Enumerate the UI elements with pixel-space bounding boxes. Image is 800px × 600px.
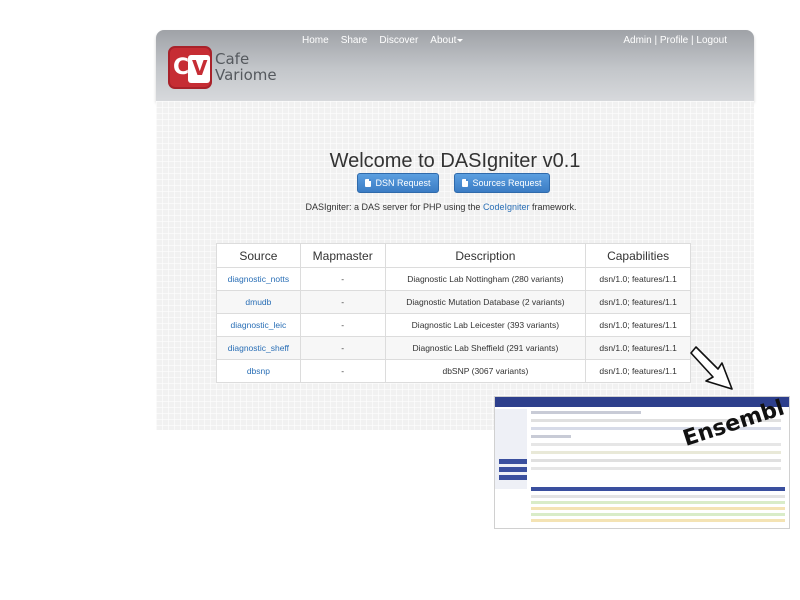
source-link[interactable]: dmudb bbox=[216, 290, 301, 314]
logo-line2: Variome bbox=[215, 66, 277, 84]
main-nav: Home Share Discover About bbox=[302, 35, 475, 49]
ensembl-side-button bbox=[499, 475, 527, 480]
nav-about-dropdown[interactable]: About bbox=[430, 35, 464, 49]
ensembl-text-line bbox=[531, 467, 781, 470]
description-cell: Diagnostic Mutation Database (2 variants… bbox=[384, 290, 587, 314]
description-cell: Diagnostic Lab Nottingham (280 variants) bbox=[384, 267, 587, 291]
ensembl-text-line bbox=[531, 501, 785, 504]
sources-request-label: Sources Request bbox=[472, 178, 542, 188]
ensembl-text-line bbox=[531, 495, 785, 498]
capabilities-cell: dsn/1.0; features/1.1 bbox=[585, 290, 691, 314]
profile-link[interactable]: Profile bbox=[660, 35, 688, 46]
mapmaster-cell: - bbox=[299, 359, 386, 383]
dsn-request-label: DSN Request bbox=[375, 178, 431, 188]
ensembl-side-button bbox=[499, 467, 527, 472]
header-capabilities: Capabilities bbox=[585, 243, 691, 268]
ensembl-text-line bbox=[531, 435, 571, 438]
source-link[interactable]: diagnostic_notts bbox=[216, 267, 301, 291]
mapmaster-cell: - bbox=[299, 267, 386, 291]
source-link[interactable]: dbsnp bbox=[216, 359, 301, 383]
ensembl-text-line bbox=[531, 507, 785, 510]
caret-down-icon bbox=[457, 38, 464, 42]
nav-home[interactable]: Home bbox=[302, 35, 329, 49]
ensembl-side-button bbox=[499, 459, 527, 464]
capabilities-cell: dsn/1.0; features/1.1 bbox=[585, 313, 691, 337]
page-title: Welcome to DASIgniter v0.1 bbox=[329, 150, 581, 172]
ensembl-text-line bbox=[531, 411, 641, 414]
dsn-request-button[interactable]: DSN Request bbox=[357, 173, 439, 193]
admin-link[interactable]: Admin bbox=[623, 35, 651, 46]
cafe-variome-logo[interactable]: C V Cafe Variome bbox=[168, 46, 280, 90]
capabilities-cell: dsn/1.0; features/1.1 bbox=[585, 336, 691, 360]
logo-letter-c: C bbox=[173, 55, 190, 80]
logo-line1: Cafe bbox=[215, 50, 250, 68]
nav-share[interactable]: Share bbox=[341, 35, 368, 49]
header-mapmaster: Mapmaster bbox=[299, 243, 386, 268]
ensembl-text-line bbox=[531, 451, 781, 454]
description-cell: Diagnostic Lab Sheffield (291 variants) bbox=[384, 336, 587, 360]
mapmaster-cell: - bbox=[299, 313, 386, 337]
sources-request-button[interactable]: Sources Request bbox=[454, 173, 550, 193]
table-row: diagnostic_leic - Diagnostic Lab Leicest… bbox=[216, 313, 691, 337]
table-row: diagnostic_notts - Diagnostic Lab Nottin… bbox=[216, 267, 691, 291]
ensembl-text-line bbox=[531, 513, 785, 516]
sources-table: Source Mapmaster Description Capabilitie… bbox=[216, 243, 691, 383]
source-link[interactable]: diagnostic_sheff bbox=[216, 336, 301, 360]
source-link[interactable]: diagnostic_leic bbox=[216, 313, 301, 337]
header-description: Description bbox=[384, 243, 587, 268]
arrow-down-right-icon bbox=[690, 346, 733, 390]
logo-letter-v: V bbox=[192, 56, 208, 80]
capabilities-cell: dsn/1.0; features/1.1 bbox=[585, 267, 691, 291]
ensembl-section-bar bbox=[531, 487, 785, 491]
table-row: diagnostic_sheff - Diagnostic Lab Sheffi… bbox=[216, 336, 691, 360]
file-icon bbox=[365, 179, 372, 187]
file-icon bbox=[462, 179, 469, 187]
user-links: Admin | Profile | Logout bbox=[623, 35, 727, 46]
ensembl-text-line bbox=[531, 443, 781, 446]
description-cell: Diagnostic Lab Leicester (393 variants) bbox=[384, 313, 587, 337]
capabilities-cell: dsn/1.0; features/1.1 bbox=[585, 359, 691, 383]
logo-wordmark: Cafe Variome bbox=[215, 51, 285, 83]
header-source: Source bbox=[216, 243, 301, 268]
mapmaster-cell: - bbox=[299, 336, 386, 360]
ensembl-text-line bbox=[531, 459, 781, 462]
logo-mark: C V bbox=[168, 46, 212, 89]
top-navbar: C V Cafe Variome Home Share Discover Abo… bbox=[156, 30, 754, 101]
logout-link[interactable]: Logout bbox=[696, 35, 727, 46]
codeigniter-link[interactable]: CodeIgniter bbox=[483, 202, 530, 212]
intro-before: DASIgniter: a DAS server for PHP using t… bbox=[305, 202, 483, 212]
table-row: dbsnp - dbSNP (3067 variants) dsn/1.0; f… bbox=[216, 359, 691, 383]
table-row: dmudb - Diagnostic Mutation Database (2 … bbox=[216, 290, 691, 314]
intro-after: framework. bbox=[529, 202, 577, 212]
mapmaster-cell: - bbox=[299, 290, 386, 314]
separator: | bbox=[651, 35, 660, 46]
intro-text: DASIgniter: a DAS server for PHP using t… bbox=[156, 202, 726, 212]
ensembl-text-line bbox=[531, 519, 785, 522]
table-header-row: Source Mapmaster Description Capabilitie… bbox=[216, 243, 691, 268]
description-cell: dbSNP (3067 variants) bbox=[384, 359, 587, 383]
nav-about-label: About bbox=[430, 35, 457, 46]
nav-discover[interactable]: Discover bbox=[379, 35, 418, 49]
